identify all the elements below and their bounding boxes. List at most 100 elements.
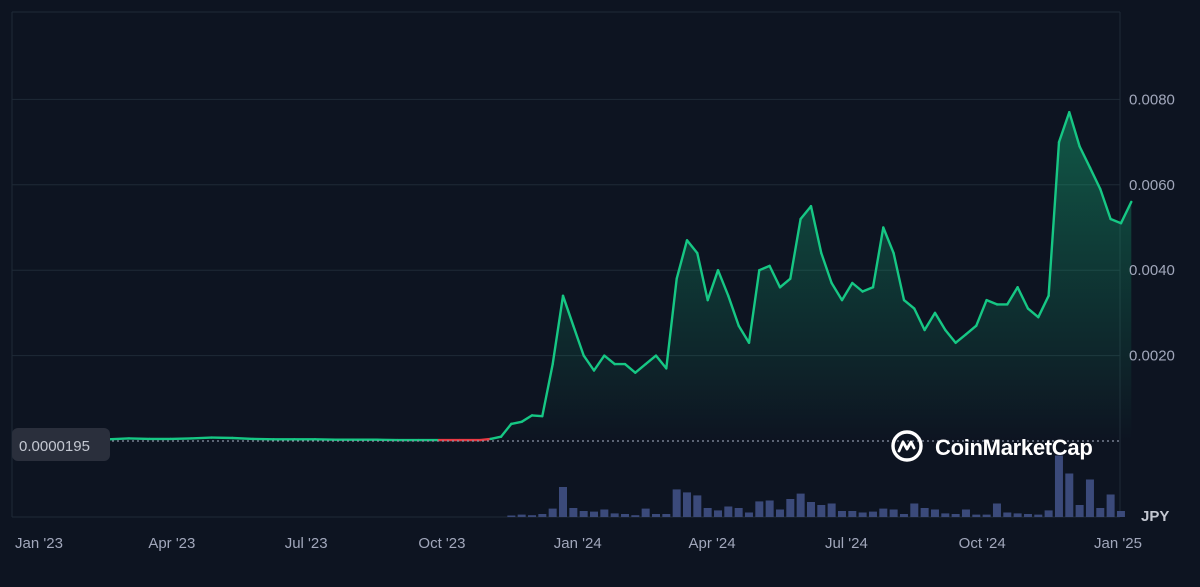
volume-bar — [1086, 480, 1094, 518]
price-point[interactable]: 2024-08-30: 0.003 — [932, 310, 938, 316]
volume-bar — [528, 515, 536, 517]
price-point[interactable]: 2023-12-15: 0.0018 — [550, 361, 556, 367]
price-point[interactable]: 2024-01-19: 0.002 — [601, 353, 607, 359]
volume-bar — [931, 510, 939, 518]
price-point[interactable]: 2024-10-25: 0.0036 — [1015, 284, 1021, 290]
price-point[interactable]: 2023-09-29: 0.00002 — [436, 437, 442, 443]
x-tick-label: Oct '24 — [959, 535, 1006, 552]
price-point[interactable]: 2024-04-12: 0.0034 — [725, 293, 731, 299]
price-point[interactable]: 2023-09-15: 0.00002 — [415, 437, 421, 443]
price-point[interactable]: 2024-07-05: 0.0037 — [849, 280, 855, 286]
price-point[interactable]: 2024-10-18: 0.0032 — [1004, 301, 1010, 307]
price-point[interactable]: 2024-10-04: 0.0033 — [984, 297, 990, 303]
price-point[interactable]: 2024-12-20: 0.0059 — [1097, 186, 1103, 192]
price-point[interactable]: 2023-10-13: 0.00002 — [457, 437, 463, 443]
price-point[interactable]: 2023-11-10: 0.0001 — [498, 434, 504, 440]
price-point[interactable]: 2023-12-01: 0.0006 — [529, 412, 535, 418]
volume-bar — [941, 513, 949, 517]
price-point[interactable]: 2024-08-09: 0.0033 — [901, 297, 907, 303]
x-tick-label: Jan '25 — [1094, 535, 1142, 552]
volume-bar — [962, 510, 970, 518]
price-point[interactable]: 2024-03-22: 0.0044 — [694, 250, 700, 256]
volume-bar — [1096, 508, 1104, 517]
price-point[interactable]: 2024-09-13: 0.0023 — [953, 340, 959, 346]
volume-bar — [652, 514, 660, 517]
chart-canvas[interactable]: 2023-01-06: 0.000022023-01-20: 0.0000320… — [0, 0, 1200, 582]
price-point[interactable]: 2024-01-26: 0.0018 — [612, 361, 618, 367]
price-point[interactable]: 2024-12-06: 0.0069 — [1077, 143, 1083, 149]
price-point[interactable]: 2024-06-07: 0.0055 — [808, 203, 814, 209]
price-line-segment — [129, 438, 150, 439]
price-point[interactable]: 2024-09-27: 0.0027 — [973, 323, 979, 329]
volume-bar — [983, 515, 991, 517]
volume-bar — [662, 514, 670, 517]
price-point[interactable]: 2024-02-23: 0.002 — [653, 353, 659, 359]
price-point[interactable]: 2024-07-26: 0.005 — [880, 225, 886, 231]
price-point[interactable]: 2023-10-27: 0.00002 — [477, 437, 483, 443]
price-point[interactable]: 2024-03-01: 0.0017 — [663, 365, 669, 371]
price-point[interactable]: 2024-07-12: 0.0035 — [860, 289, 866, 295]
price-point[interactable]: 2023-09-01: 0.00002 — [395, 437, 401, 443]
price-point[interactable]: 2024-05-17: 0.0036 — [777, 284, 783, 290]
volume-bar — [879, 509, 887, 517]
price-point[interactable]: 2024-04-26: 0.0023 — [746, 340, 752, 346]
volume-bar — [538, 514, 546, 517]
volume-bar — [590, 512, 598, 517]
price-point[interactable]: 2024-05-03: 0.004 — [756, 267, 762, 273]
price-point[interactable]: 2024-04-19: 0.0027 — [736, 323, 742, 329]
price-point[interactable]: 2024-05-24: 0.0038 — [787, 276, 793, 282]
price-point[interactable]: 2023-08-18: 0.00003 — [374, 437, 380, 443]
price-point[interactable]: 2023-11-24: 0.00045 — [519, 419, 525, 425]
volume-bar — [828, 504, 836, 518]
volume-bar — [507, 516, 515, 518]
price-chart[interactable]: 2023-01-06: 0.000022023-01-20: 0.0000320… — [0, 0, 1200, 582]
price-point[interactable]: 2024-01-05: 0.002 — [581, 353, 587, 359]
price-point[interactable]: 2024-06-14: 0.0044 — [818, 250, 824, 256]
price-point[interactable]: 2023-07-21: 0.00003 — [333, 437, 339, 443]
price-point[interactable]: 2024-01-12: 0.00165 — [591, 368, 597, 374]
volume-bar — [952, 514, 960, 517]
volume-bar — [1055, 456, 1063, 518]
price-point[interactable]: 2024-03-29: 0.0033 — [705, 297, 711, 303]
price-point[interactable]: 2024-11-08: 0.0029 — [1035, 314, 1041, 320]
price-point[interactable]: 2024-06-21: 0.0037 — [829, 280, 835, 286]
volume-bar — [611, 513, 619, 517]
price-point[interactable]: 2024-04-05: 0.004 — [715, 267, 721, 273]
price-point[interactable]: 2023-12-08: 0.00058 — [539, 413, 545, 419]
price-point[interactable]: 2024-11-15: 0.0034 — [1046, 293, 1052, 299]
price-point[interactable]: 2025-01-03: 0.0051 — [1118, 220, 1124, 226]
volume-bar — [1014, 513, 1022, 517]
price-point[interactable]: 2024-06-28: 0.0033 — [839, 297, 845, 303]
price-point[interactable]: 2024-09-06: 0.0026 — [942, 327, 948, 333]
price-point[interactable]: 2024-02-16: 0.0018 — [643, 361, 649, 367]
price-point[interactable]: 2024-12-27: 0.0052 — [1108, 216, 1114, 222]
price-point[interactable]: 2023-08-04: 0.00003 — [353, 437, 359, 443]
currency-label: JPY — [1141, 508, 1169, 525]
price-point[interactable]: 2024-08-23: 0.0026 — [922, 327, 928, 333]
price-point[interactable]: 2024-07-19: 0.0036 — [870, 284, 876, 290]
price-point[interactable]: 2024-05-10: 0.0041 — [767, 263, 773, 269]
price-point[interactable]: 2025-01-10: 0.0056 — [1128, 199, 1134, 205]
price-point[interactable]: 2024-08-02: 0.0044 — [891, 250, 897, 256]
price-point[interactable]: 2023-12-22: 0.0034 — [560, 293, 566, 299]
price-point[interactable]: 2024-03-15: 0.0047 — [684, 237, 690, 243]
price-point[interactable]: 2024-08-16: 0.0031 — [911, 306, 917, 312]
price-point[interactable]: 2023-11-17: 0.0004 — [508, 421, 514, 427]
price-point[interactable]: 2024-03-08: 0.0038 — [674, 276, 680, 282]
price-point[interactable]: 2024-11-22: 0.007 — [1056, 139, 1062, 145]
volume-bar — [1034, 515, 1042, 517]
price-point[interactable]: 2024-02-09: 0.0016 — [632, 370, 638, 376]
price-point[interactable]: 2023-04-28: 0.00008 — [209, 435, 215, 441]
price-point[interactable]: 2024-09-20: 0.0025 — [963, 331, 969, 337]
x-tick-label: Jul '24 — [825, 535, 868, 552]
price-point[interactable]: 2024-11-29: 0.0077 — [1066, 109, 1072, 115]
price-point[interactable]: 2024-02-02: 0.0018 — [622, 361, 628, 367]
price-point[interactable]: 2024-11-01: 0.0031 — [1025, 306, 1031, 312]
price-point[interactable]: 2023-12-29: 0.0027 — [570, 323, 576, 329]
price-point[interactable]: 2024-10-11: 0.0032 — [994, 301, 1000, 307]
price-point[interactable]: 2023-05-12: 0.00007 — [229, 435, 235, 441]
volume-bar — [838, 511, 846, 517]
price-point[interactable]: 2024-12-13: 0.0064 — [1087, 165, 1093, 171]
volume-bar — [1003, 513, 1011, 518]
price-point[interactable]: 2024-05-31: 0.0052 — [798, 216, 804, 222]
